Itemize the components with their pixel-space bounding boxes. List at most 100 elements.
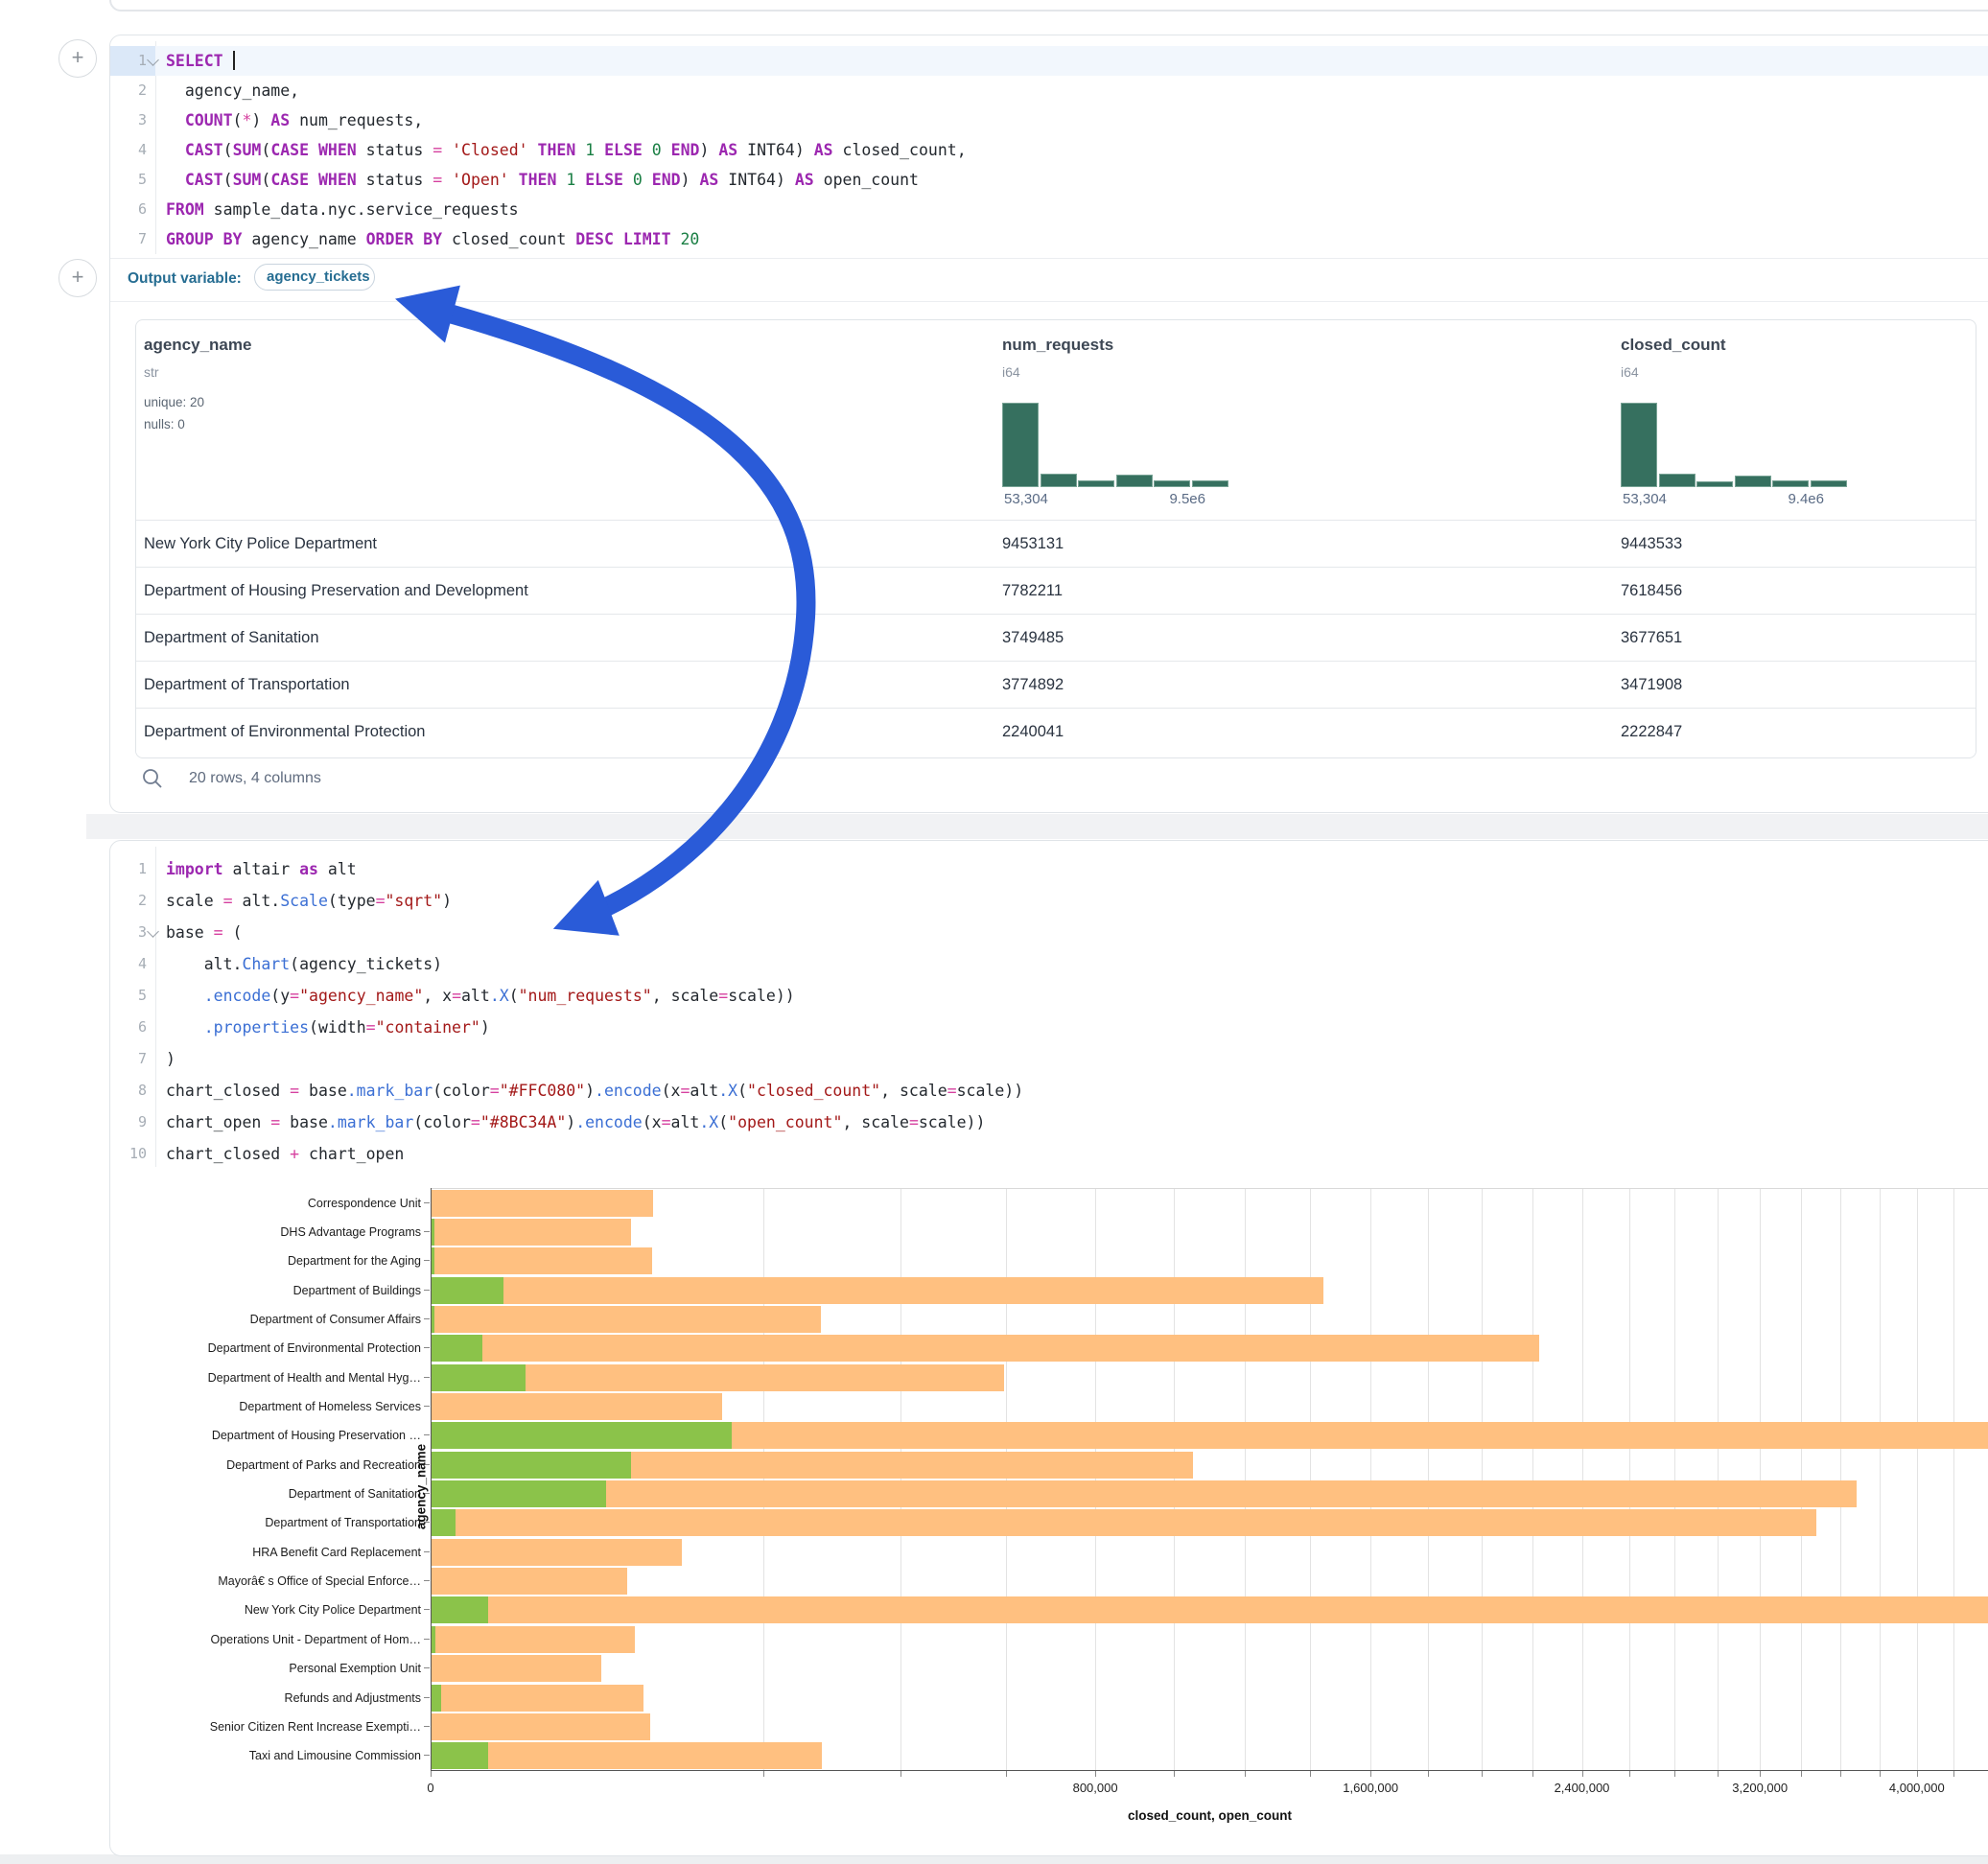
x-axis-label: 0: [427, 1781, 433, 1795]
code-line[interactable]: chart_closed + chart_open: [166, 1138, 404, 1168]
bar-closed-count: [432, 1247, 652, 1274]
bar-open-count: [432, 1685, 441, 1712]
line-number: 1: [110, 853, 147, 885]
code-line[interactable]: GROUP BY agency_name ORDER BY closed_cou…: [166, 224, 699, 254]
y-axis-label: Department of Environmental Protection: [141, 1334, 421, 1363]
line-number: 6: [110, 195, 147, 224]
y-axis-label: Correspondence Unit: [141, 1189, 421, 1218]
table-row[interactable]: Department of Sanitation37494853677651: [136, 614, 1976, 662]
code-line[interactable]: .encode(y="agency_name", x=alt.X("num_re…: [166, 980, 795, 1010]
table-cell: 2240041: [1002, 709, 1064, 756]
y-axis-label: Personal Exemption Unit: [141, 1654, 421, 1683]
code-line[interactable]: SELECT: [166, 46, 235, 76]
y-axis-label: Operations Unit - Department of Hom…: [141, 1625, 421, 1654]
line-number: 3: [110, 105, 147, 135]
table-row[interactable]: Department of Environmental Protection22…: [136, 708, 1976, 756]
table-row[interactable]: Department of Housing Preservation and D…: [136, 567, 1976, 615]
code-line[interactable]: scale = alt.Scale(type="sqrt"): [166, 885, 452, 915]
y-tick: [424, 1260, 430, 1261]
x-tick: [1801, 1771, 1802, 1777]
code-line[interactable]: CAST(SUM(CASE WHEN status = 'Closed' THE…: [166, 135, 967, 165]
histogram-bar: [1772, 480, 1809, 487]
x-tick: [1880, 1771, 1881, 1777]
x-tick: [763, 1771, 764, 1777]
bar-closed-count: [432, 1335, 1539, 1362]
bar-open-count: [432, 1422, 732, 1449]
column-dtype: str: [144, 364, 159, 380]
bar-closed-count: [432, 1190, 653, 1217]
column-header[interactable]: agency_name: [144, 336, 251, 355]
gridline: [1801, 1189, 1802, 1770]
bar-closed-count: [432, 1277, 1323, 1304]
table-cell: New York City Police Department: [144, 521, 377, 568]
code-line[interactable]: CAST(SUM(CASE WHEN status = 'Open' THEN …: [166, 165, 919, 195]
gridline: [1760, 1189, 1761, 1770]
y-axis-label: Mayorâ€ s Office of Special Enforce…: [141, 1567, 421, 1596]
y-tick: [424, 1755, 430, 1756]
histogram-bar: [1192, 480, 1228, 488]
line-number: 9: [110, 1107, 147, 1138]
x-tick: [1760, 1771, 1761, 1777]
gutter-divider: [155, 847, 156, 1167]
x-tick: [1917, 1771, 1918, 1777]
x-tick: [1582, 1771, 1583, 1777]
code-line[interactable]: agency_name,: [166, 76, 299, 105]
add-cell-button-output[interactable]: +: [58, 259, 97, 297]
x-tick: [1174, 1771, 1175, 1777]
x-tick: [1532, 1771, 1533, 1777]
table-row[interactable]: New York City Police Department945313194…: [136, 520, 1976, 568]
code-line[interactable]: .properties(width="container"): [166, 1012, 490, 1041]
y-axis-label: Department of Buildings: [141, 1276, 421, 1305]
code-line[interactable]: chart_open = base.mark_bar(color="#8BC34…: [166, 1107, 985, 1136]
x-tick: [1482, 1771, 1483, 1777]
bar-open-count: [432, 1364, 526, 1391]
x-axis-line: [431, 1770, 1988, 1771]
y-tick: [424, 1667, 430, 1668]
line-number: 5: [110, 980, 147, 1012]
search-icon[interactable]: [141, 767, 164, 790]
y-axis-label: Department of Consumer Affairs: [141, 1305, 421, 1334]
histogram-bar: [1659, 474, 1696, 487]
gridline: [1840, 1189, 1841, 1770]
bar-open-count: [432, 1247, 434, 1274]
x-axis-label: 2,400,000: [1555, 1781, 1610, 1795]
bar-open-count: [432, 1452, 631, 1479]
python-cell[interactable]: 1import altair as alt2scale = alt.Scale(…: [109, 840, 1988, 1856]
column-stat: nulls: 0: [144, 417, 185, 431]
column-header[interactable]: closed_count: [1621, 336, 1726, 355]
histogram-bar: [1696, 481, 1733, 487]
add-cell-button-top[interactable]: +: [58, 39, 97, 78]
code-line[interactable]: chart_closed = base.mark_bar(color="#FFC…: [166, 1075, 1023, 1105]
column-stat: unique: 20: [144, 395, 204, 409]
table-cell: 3677651: [1621, 615, 1682, 662]
bar-open-count: [432, 1480, 606, 1507]
bar-closed-count: [432, 1480, 1857, 1507]
gridline: [1953, 1189, 1954, 1770]
x-tick: [1095, 1771, 1096, 1777]
table-row[interactable]: Department of Transportation377489234719…: [136, 661, 1976, 709]
code-line[interactable]: base = (: [166, 917, 242, 946]
sql-cell[interactable]: 1SELECT 2 agency_name,3 COUNT(*) AS num_…: [109, 35, 1988, 813]
code-line[interactable]: COUNT(*) AS num_requests,: [166, 105, 423, 135]
x-axis-label: 3,200,000: [1732, 1781, 1788, 1795]
bar-closed-count: [432, 1568, 627, 1595]
bar-closed-count: [432, 1655, 601, 1682]
code-line[interactable]: ): [166, 1043, 175, 1073]
gridline: [1370, 1189, 1371, 1770]
x-tick: [1428, 1771, 1429, 1777]
table-cell: 3774892: [1002, 662, 1064, 709]
code-line[interactable]: FROM sample_data.nyc.service_requests: [166, 195, 519, 224]
y-tick: [424, 1231, 430, 1232]
histogram-bar: [1041, 474, 1077, 487]
code-line[interactable]: import altair as alt: [166, 853, 357, 883]
code-line[interactable]: alt.Chart(agency_tickets): [166, 948, 442, 978]
column-header[interactable]: num_requests: [1002, 336, 1113, 355]
y-axis-label: Department of Homeless Services: [141, 1392, 421, 1421]
y-axis-label: Taxi and Limousine Commission: [141, 1741, 421, 1770]
column-dtype: i64: [1621, 364, 1639, 380]
cell-divider: [110, 301, 1988, 302]
y-axis-label: Refunds and Adjustments: [141, 1684, 421, 1713]
previous-cell-bottom-edge: [109, 0, 1988, 12]
output-variable-pill[interactable]: agency_tickets: [254, 264, 375, 291]
fold-chevron-icon[interactable]: [147, 925, 159, 938]
